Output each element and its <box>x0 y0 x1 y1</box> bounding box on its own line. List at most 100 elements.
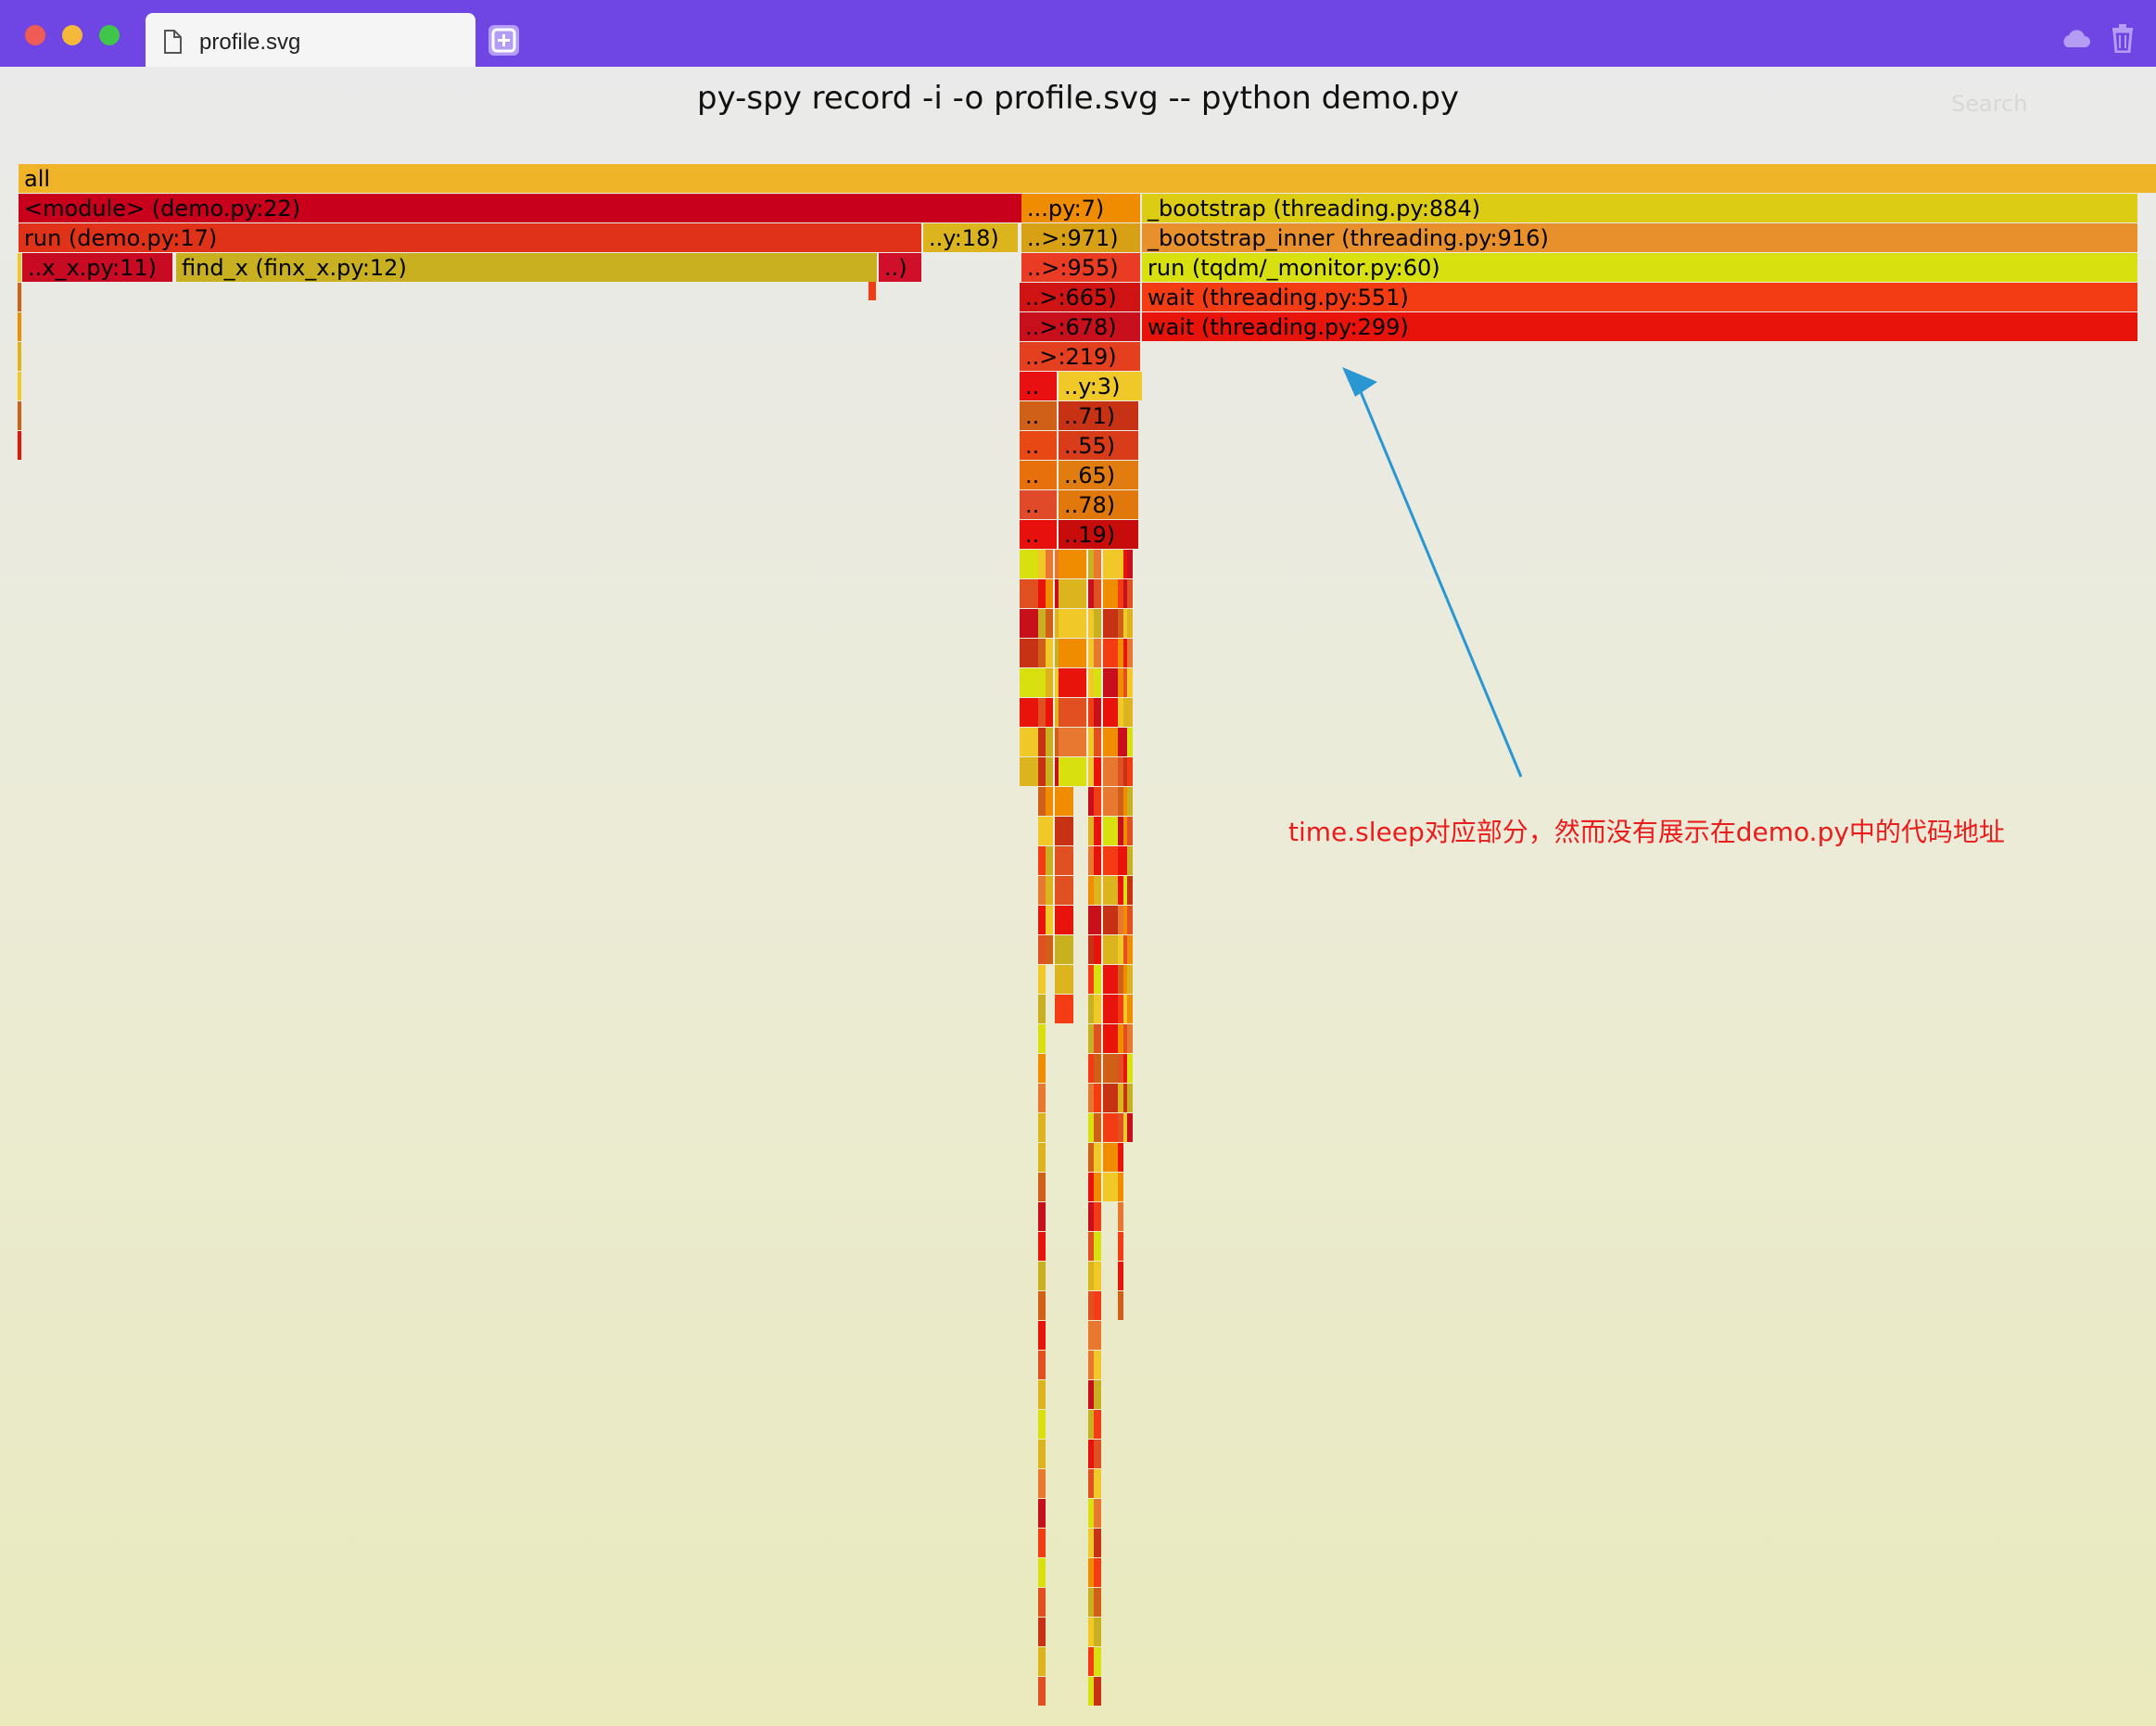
flame-frame[interactable]: _bootstrap (threading.py:884) <box>1142 194 2137 222</box>
flame-frame-rect[interactable] <box>1059 639 1086 667</box>
flame-frame-rect[interactable] <box>1118 1232 1123 1261</box>
flame-frame-rect[interactable] <box>1127 965 1133 994</box>
flame-frame-rect[interactable] <box>1094 698 1101 727</box>
flame-frame-rect[interactable] <box>1094 1351 1101 1379</box>
flame-frame[interactable]: ..>:955) <box>1021 253 1140 282</box>
flame-frame-rect[interactable] <box>1038 1469 1046 1498</box>
flame-frame-rect[interactable] <box>1094 1084 1101 1112</box>
flame-frame-rect[interactable] <box>1118 639 1123 667</box>
flame-frame-rect[interactable] <box>1094 579 1101 608</box>
flame-frame-rect[interactable] <box>1020 757 1038 786</box>
flame-frame-rect[interactable] <box>1055 935 1073 964</box>
flame-frame-rect[interactable] <box>1094 639 1101 667</box>
flame-frame-rect[interactable] <box>1094 1440 1101 1468</box>
flame-frame-rect[interactable] <box>1094 1143 1101 1172</box>
flame-frame-rect[interactable] <box>1127 995 1133 1023</box>
flame-frame[interactable]: wait (threading.py:551) <box>1142 283 2137 311</box>
flame-frame-rect[interactable] <box>1020 639 1038 667</box>
flame-frame-rect[interactable] <box>1127 1084 1133 1112</box>
flame-frame-rect[interactable] <box>1020 668 1038 697</box>
flame-frame-rect[interactable] <box>1038 1202 1046 1231</box>
flame-frame-rect[interactable] <box>1059 668 1086 697</box>
flame-frame-rect[interactable] <box>1038 846 1046 875</box>
flame-frame-rect[interactable] <box>1038 876 1046 905</box>
flame-frame[interactable]: .. <box>1020 401 1057 430</box>
flame-frame-rect[interactable] <box>1059 550 1086 578</box>
flame-frame-rect[interactable] <box>1038 1499 1046 1528</box>
flame-frame-rect[interactable] <box>1118 609 1123 638</box>
flame-frame-rect[interactable] <box>18 312 21 341</box>
flame-frame-rect[interactable] <box>1118 906 1123 934</box>
flame-frame-rect[interactable] <box>1127 550 1133 578</box>
flame-frame-rect[interactable] <box>18 342 21 371</box>
flame-frame-rect[interactable] <box>1038 787 1046 816</box>
flame-frame-rect[interactable] <box>1038 1291 1046 1320</box>
flame-frame-rect[interactable] <box>1127 579 1133 608</box>
flame-frame-rect[interactable] <box>1038 1410 1046 1439</box>
flame-frame-rect[interactable] <box>1094 1232 1101 1261</box>
flame-frame-rect[interactable] <box>1038 609 1046 638</box>
flame-frame-rect[interactable] <box>1127 698 1133 727</box>
flame-frame-rect[interactable] <box>1127 935 1133 964</box>
flame-frame[interactable]: ..71) <box>1059 401 1138 430</box>
flame-frame-rect[interactable] <box>1020 550 1038 578</box>
flame-frame-rect[interactable] <box>1094 1499 1101 1528</box>
flame-frame-rect[interactable] <box>1038 1529 1046 1557</box>
flame-frame[interactable]: .. <box>1020 520 1057 549</box>
flame-frame-rect[interactable] <box>18 253 21 282</box>
flame-frame-rect[interactable] <box>1038 1321 1046 1350</box>
flame-frame-rect[interactable] <box>1094 935 1101 964</box>
flame-frame[interactable]: <module> (demo.py:22) <box>19 194 1021 222</box>
flame-frame-rect[interactable] <box>1094 1321 1101 1350</box>
flame-frame-rect[interactable] <box>1038 728 1046 756</box>
flame-frame[interactable]: wait (threading.py:299) <box>1142 312 2137 341</box>
flame-frame[interactable]: ..>:665) <box>1020 283 1140 311</box>
flame-frame[interactable]: .. <box>1020 431 1057 460</box>
flame-frame[interactable]: run (demo.py:17) <box>19 223 921 252</box>
flame-frame-rect[interactable] <box>1127 1024 1133 1053</box>
flame-frame-rect[interactable] <box>1127 846 1133 875</box>
flame-frame[interactable]: ...py:7) <box>1021 194 1140 222</box>
flame-frame-rect[interactable] <box>1094 1529 1101 1557</box>
flame-frame-rect[interactable] <box>1118 728 1123 756</box>
flame-frame-rect[interactable] <box>18 283 21 311</box>
flame-frame-rect[interactable] <box>1038 1024 1046 1053</box>
flame-frame-rect[interactable] <box>1038 757 1046 786</box>
flame-frame-rect[interactable] <box>1059 757 1086 786</box>
flame-frame-rect[interactable] <box>1038 550 1046 578</box>
flame-frame-rect[interactable] <box>1118 1024 1123 1053</box>
flame-frame-rect[interactable] <box>1127 609 1133 638</box>
flame-frame-rect[interactable] <box>1055 965 1073 994</box>
flame-frame[interactable]: ..78) <box>1059 490 1138 519</box>
flame-frame-rect[interactable] <box>1127 668 1133 697</box>
flame-frame-rect[interactable] <box>1038 698 1046 727</box>
flame-frame-rect[interactable] <box>1094 817 1101 845</box>
flame-frame-rect[interactable] <box>1094 1647 1101 1676</box>
flame-frame-rect[interactable] <box>1127 787 1133 816</box>
flame-frame-rect[interactable] <box>1094 1262 1101 1290</box>
flame-frame-rect[interactable] <box>1094 787 1101 816</box>
flame-frame-rect[interactable] <box>1038 1084 1046 1112</box>
flame-frame-rect[interactable] <box>1055 846 1073 875</box>
flame-frame-rect[interactable] <box>1094 1410 1101 1439</box>
flame-frame-rect[interactable] <box>1038 1351 1046 1379</box>
flame-frame-rect[interactable] <box>1118 1291 1123 1320</box>
flame-frame-rect[interactable] <box>1094 906 1101 934</box>
flame-frame-rect[interactable] <box>1118 1054 1123 1083</box>
flame-frame-rect[interactable] <box>1038 1677 1046 1706</box>
flame-frame-rect[interactable] <box>1118 1173 1123 1201</box>
flame-frame[interactable]: ..>:971) <box>1021 223 1140 252</box>
flame-frame-rect[interactable] <box>1059 609 1086 638</box>
flame-frame-rect[interactable] <box>1038 1173 1046 1201</box>
flame-frame-rect[interactable] <box>1127 639 1133 667</box>
flame-frame-rect[interactable] <box>1118 935 1123 964</box>
flame-frame-rect[interactable] <box>1127 1054 1133 1083</box>
flame-frame-rect[interactable] <box>1038 1647 1046 1676</box>
flame-frame-rect[interactable] <box>1055 995 1073 1023</box>
flame-frame[interactable]: .. <box>1020 490 1057 519</box>
flame-frame-rect[interactable] <box>1118 876 1123 905</box>
flame-frame-rect[interactable] <box>1118 1262 1123 1290</box>
flame-frame-rect[interactable] <box>1038 906 1046 934</box>
flame-frame-rect[interactable] <box>1118 1143 1123 1172</box>
flame-frame-rect[interactable] <box>1094 1173 1101 1201</box>
